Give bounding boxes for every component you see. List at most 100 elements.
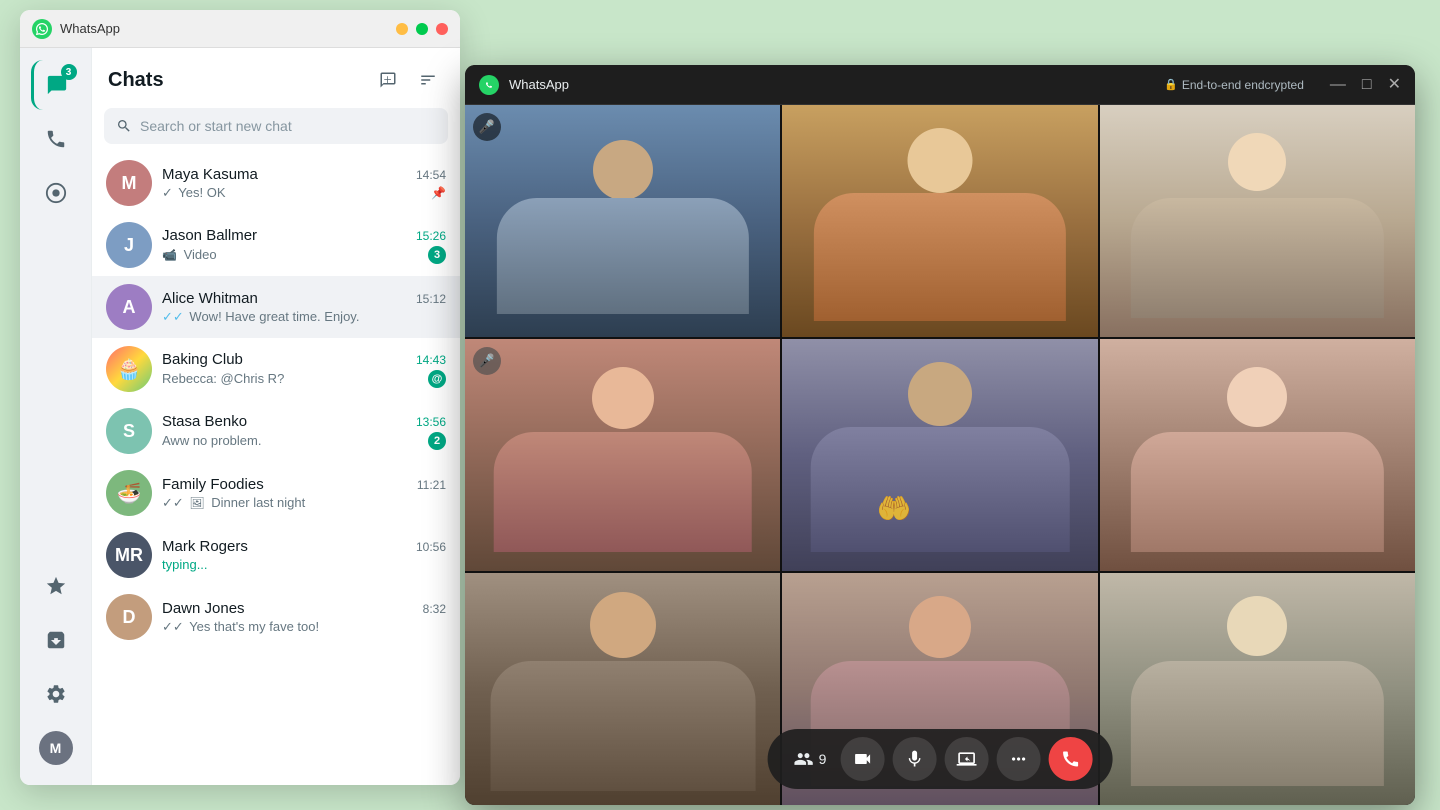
- chat-name-mark: Mark Rogers: [162, 538, 248, 555]
- sidebar-item-status[interactable]: [31, 168, 81, 218]
- participant-number: 9: [819, 751, 827, 767]
- mute-icon-4: 🎤: [473, 347, 501, 375]
- chat-info-dawn: Dawn Jones 8:32 ✓✓ Yes that's my fave to…: [162, 600, 446, 635]
- chat-info-stasa: Stasa Benko 13:56 Aww no problem. 2: [162, 413, 446, 450]
- search-bar: [104, 108, 448, 144]
- video-grid: 🎤 🎤: [465, 105, 1415, 805]
- tick-dawn: ✓✓: [162, 619, 184, 634]
- outer-window: WhatsApp — □ ✕ 3: [20, 10, 460, 785]
- participants-count: 9: [788, 749, 833, 769]
- avatar-baking: 🧁: [106, 346, 152, 392]
- chat-preview-stasa: Aww no problem.: [162, 433, 428, 448]
- lock-icon: 🔒: [1164, 78, 1178, 91]
- chat-info-alice: Alice Whitman 15:12 ✓✓ Wow! Have great t…: [162, 290, 446, 325]
- outer-window-controls: — □ ✕: [396, 23, 448, 35]
- chat-item-family[interactable]: 🍜 Family Foodies 11:21 ✓✓ 🖼 Dinner last …: [92, 462, 460, 524]
- chat-time-maya: 14:54: [416, 168, 446, 182]
- video-cell-6: [1100, 339, 1415, 571]
- avatar-stasa: S: [106, 408, 152, 454]
- outer-close-btn[interactable]: ✕: [436, 23, 448, 35]
- chat-preview-alice: ✓✓ Wow! Have great time. Enjoy.: [162, 309, 446, 325]
- video-cell-7: [465, 573, 780, 805]
- sidebar-item-settings[interactable]: [31, 669, 81, 719]
- chat-info-mark: Mark Rogers 10:56 typing...: [162, 538, 446, 572]
- avatar-jason: J: [106, 222, 152, 268]
- chat-name-jason: Jason Ballmer: [162, 227, 257, 244]
- chat-name-maya: Maya Kasuma: [162, 166, 258, 183]
- sidebar-item-calls[interactable]: [31, 114, 81, 164]
- chat-preview-maya: ✓ Yes! OK: [162, 185, 431, 201]
- sidebar-bottom: M: [31, 561, 81, 785]
- unread-badge-stasa: 2: [428, 432, 446, 450]
- video-close-btn[interactable]: ✕: [1388, 77, 1401, 93]
- encryption-label: End-to-end endcrypted: [1182, 78, 1304, 92]
- video-titlebar: WhatsApp 🔒 End-to-end endcrypted — □ ✕: [465, 65, 1415, 105]
- chat-time-jason: 15:26: [416, 229, 446, 243]
- chat-name-alice: Alice Whitman: [162, 290, 258, 307]
- tick-family: ✓✓: [162, 495, 184, 510]
- chat-item-stasa[interactable]: S Stasa Benko 13:56 Aww no problem. 2: [92, 400, 460, 462]
- chat-time-baking: 14:43: [416, 353, 446, 367]
- chat-time-family: 11:21: [417, 478, 446, 492]
- chat-preview-dawn: ✓✓ Yes that's my fave too!: [162, 619, 446, 635]
- chat-item-dawn[interactable]: D Dawn Jones 8:32 ✓✓ Yes that's my fave …: [92, 586, 460, 648]
- chat-time-stasa: 13:56: [416, 415, 446, 429]
- screen-share-button[interactable]: [944, 737, 988, 781]
- search-icon: [116, 118, 132, 134]
- whatsapp-logo-video: [479, 75, 499, 95]
- outer-minimize-btn[interactable]: —: [396, 23, 408, 35]
- chat-name-stasa: Stasa Benko: [162, 413, 247, 430]
- microphone-button[interactable]: [892, 737, 936, 781]
- chat-time-dawn: 8:32: [423, 602, 446, 616]
- avatar-mark: MR: [106, 532, 152, 578]
- search-input[interactable]: [140, 118, 436, 134]
- avatar-maya: M: [106, 160, 152, 206]
- video-cell-2: [782, 105, 1097, 337]
- sidebar-item-chats[interactable]: 3: [31, 60, 81, 110]
- avatar-alice: A: [106, 284, 152, 330]
- chat-time-alice: 15:12: [416, 292, 446, 306]
- camera-button[interactable]: [840, 737, 884, 781]
- video-cell-3: [1100, 105, 1415, 337]
- chats-title: Chats: [108, 69, 164, 92]
- filter-button[interactable]: [412, 64, 444, 96]
- tick-alice: ✓✓: [162, 309, 184, 324]
- video-window: WhatsApp 🔒 End-to-end endcrypted — □ ✕ 🎤: [465, 65, 1415, 805]
- chat-preview-mark: typing...: [162, 557, 446, 572]
- chat-item-mark[interactable]: MR Mark Rogers 10:56 typing...: [92, 524, 460, 586]
- chat-item-jason[interactable]: J Jason Ballmer 15:26 📹 Video 3: [92, 214, 460, 276]
- sidebar-item-favorites[interactable]: [31, 561, 81, 611]
- outer-maximize-btn[interactable]: □: [416, 23, 428, 35]
- chat-info-maya: Maya Kasuma 14:54 ✓ Yes! OK 📌: [162, 166, 446, 201]
- chat-preview-family: ✓✓ 🖼 Dinner last night: [162, 495, 446, 511]
- sidebar-item-archived[interactable]: [31, 615, 81, 665]
- chat-time-mark: 10:56: [416, 540, 446, 554]
- chat-header-icons: [372, 64, 444, 96]
- encryption-badge: 🔒 End-to-end endcrypted: [1164, 78, 1304, 92]
- video-maximize-btn[interactable]: □: [1362, 77, 1372, 93]
- pin-icon-maya: 📌: [431, 186, 446, 200]
- sidebar: 3 M: [20, 48, 92, 785]
- new-chat-button[interactable]: [372, 64, 404, 96]
- more-options-button[interactable]: [996, 737, 1040, 781]
- video-cell-9: [1100, 573, 1415, 805]
- chat-item-maya[interactable]: M Maya Kasuma 14:54 ✓ Yes! OK 📌: [92, 152, 460, 214]
- video-minimize-btn[interactable]: —: [1330, 77, 1346, 93]
- video-cell-5: 🤲: [782, 339, 1097, 571]
- chat-item-baking[interactable]: 🧁 Baking Club 14:43 Rebecca: @Chris R? @: [92, 338, 460, 400]
- video-app-name: WhatsApp: [509, 77, 569, 92]
- chat-preview-jason: 📹 Video: [162, 247, 428, 262]
- chat-item-alice[interactable]: A Alice Whitman 15:12 ✓✓ Wow! Have great…: [92, 276, 460, 338]
- video-cell-4: 🎤: [465, 339, 780, 571]
- video-win-controls: — □ ✕: [1330, 77, 1401, 93]
- end-call-button[interactable]: [1048, 737, 1092, 781]
- chat-header: Chats: [92, 48, 460, 104]
- call-controls: 9: [768, 729, 1113, 789]
- participants-icon: [794, 749, 814, 769]
- chat-name-baking: Baking Club: [162, 351, 243, 368]
- tick-maya: ✓: [162, 185, 173, 200]
- chat-list: M Maya Kasuma 14:54 ✓ Yes! OK 📌: [92, 152, 460, 785]
- chat-info-family: Family Foodies 11:21 ✓✓ 🖼 Dinner last ni…: [162, 476, 446, 511]
- unread-badge-jason: 3: [428, 246, 446, 264]
- sidebar-item-profile[interactable]: M: [31, 723, 81, 773]
